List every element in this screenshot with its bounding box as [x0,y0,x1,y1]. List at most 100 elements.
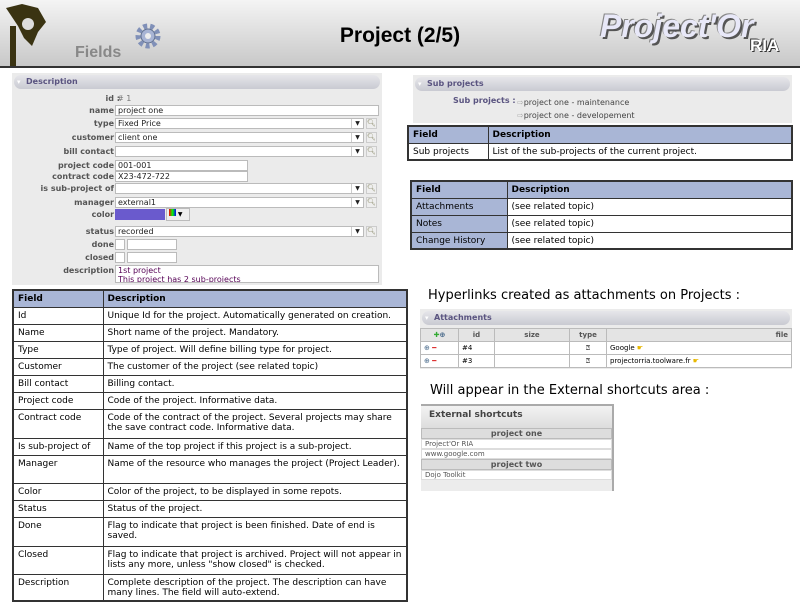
form-row: closed : [12,252,382,264]
field-cell: Customer [12,357,104,376]
field-label: bill contact : [63,147,120,156]
sub-projects-table: Field Description Sub projects List of the… [407,125,793,161]
select-input[interactable]: recorded ▼ [115,226,364,237]
pointing-hand-icon: ☛ [636,344,644,352]
column-header: Field [410,180,508,199]
table-row: Manager Name of the resource who manages … [12,454,408,484]
table-row: Is sub-project of Name of the top project… [12,437,408,456]
size-cell [494,354,570,368]
sub-project-link[interactable]: ⇨project one - developement [517,109,635,122]
field-cell: Color [12,482,104,501]
id-cell: #4 [458,341,495,355]
sub-projects-panel: Sub projects Sub projects : ⇨project one… [413,75,792,123]
select-input[interactable]: Fixed Price ▼ [115,118,364,129]
remove-icon[interactable]: ━ [432,357,436,365]
download-icon[interactable]: ⊕ [424,344,430,352]
brand-logo: Project'Or [600,8,754,44]
field-cell: Attachments [410,197,508,216]
text-input[interactable]: X23-472-722 [115,171,248,182]
select-input[interactable]: external1 ▼ [115,197,364,208]
form-row: type : Fixed Price ▼ 🔍︎ [12,118,382,130]
search-icon[interactable]: 🔍︎ [366,132,377,143]
field-cell: Status [12,499,104,518]
search-icon[interactable]: 🔍︎ [366,197,377,208]
external-shortcuts-panel: External shortcuts project one Project'Or… [421,404,614,491]
chevron-down-icon[interactable]: ▼ [351,198,363,207]
chevron-down-icon[interactable]: ▼ [351,147,363,156]
description-cell: Code of the contract of the project. Sev… [102,408,408,439]
remove-icon[interactable]: ━ [432,344,436,352]
form-row: is sub-project of : ▼ 🔍︎ [12,183,382,195]
select-value: external1 [118,198,157,207]
description-cell: Name of the top project if this project … [102,437,408,456]
field-cell: Project code [12,391,104,410]
select-input[interactable]: ▼ [115,146,364,157]
chevron-down-icon[interactable]: ▼ [351,227,363,236]
shortcut-link[interactable]: www.google.com [421,449,612,459]
description-cell: Status of the project. [102,499,408,518]
select-value: recorded [118,227,154,236]
file-link[interactable]: projectorria.toolware.fr [610,357,691,365]
date-input[interactable] [127,239,177,250]
search-icon[interactable]: 🔍︎ [366,226,377,237]
description-cell: Unique Id for the project. Automatically… [102,306,408,325]
date-input[interactable] [127,252,177,263]
text-input[interactable]: project one [115,105,379,116]
form-row: contract code : X23-472-722 [12,171,382,183]
description-cell: Billing contact. [102,374,408,393]
sub-projects-label: Sub projects : [453,96,516,105]
description-cell: Short name of the project. Mandatory. [102,323,408,342]
attachments-panel: Attachments ✚⊕ id size type file ⊕ ━#4⍰G… [420,309,792,369]
chevron-down-icon[interactable]: ▼ [351,119,363,128]
panel-title[interactable]: Description [14,75,380,89]
table-row: Done Flag to indicate that project is bee… [12,516,408,547]
description-cell: Flag to indicate that project is archive… [102,545,408,575]
table-row: Attachments (see related topic) [410,197,793,216]
select-input[interactable]: ▼ [115,183,364,194]
description-cell: (see related topic) [506,214,793,233]
attachment-row: ⊕ ━ #3 ⍰ projectorria.toolware.fr ☛ [420,354,792,368]
table-row: Type Type of project. Will define billing… [12,340,408,359]
color-picker-button[interactable]: ▼ [166,208,190,221]
chevron-down-icon[interactable]: ▼ [351,133,363,142]
unknown-type-icon: ⍰ [569,354,607,368]
panel-title: External shortcuts [421,406,612,428]
form-row: id : # 1 [12,93,382,105]
field-cell: Done [12,516,104,547]
sub-project-link[interactable]: ⇨project one - maintenance [517,96,635,109]
shortcut-link[interactable]: Project'Or RIA [421,439,612,449]
checkbox[interactable] [115,239,125,250]
checkbox[interactable] [115,252,125,263]
panel-title[interactable]: Sub projects [415,77,790,91]
description-cell: Color of the project, to be displayed in… [102,482,408,501]
select-input[interactable]: client one ▼ [115,132,364,143]
fields-table: Field Description Id Unique Id for the pro… [12,289,408,602]
download-icon[interactable]: ⊕ [424,357,430,365]
column-header: file [606,328,792,342]
text-input[interactable]: 001-001 [115,160,248,171]
shortcut-group-header: project one [421,428,612,439]
search-icon[interactable]: 🔍︎ [366,146,377,157]
description-cell: (see related topic) [506,197,793,216]
add-link-icon[interactable]: ⊕ [440,331,446,339]
field-cell: Bill contact [12,374,104,393]
field-cell: Change History [410,231,508,250]
shortcut-link[interactable]: Dojo Toolkit [421,470,612,480]
shortcut-group-header: project two [421,459,612,470]
pointing-hand-icon: ☛ [692,357,700,365]
color-swatch [115,209,165,220]
field-cell: Name [12,323,104,342]
panel-title[interactable]: Attachments [422,311,790,325]
table-row: Customer The customer of the project (see… [12,357,408,376]
select-value: Fixed Price [118,119,161,128]
arrow-icon: ⇨ [517,111,524,120]
unknown-type-icon: ⍰ [569,341,607,355]
chevron-down-icon[interactable]: ▼ [351,184,363,193]
description-cell: Name of the resource who manages the pro… [102,454,408,484]
search-icon[interactable]: 🔍︎ [366,183,377,194]
column-header: type [569,328,607,342]
file-link[interactable]: Google [610,344,635,352]
search-icon[interactable]: 🔍︎ [366,118,377,129]
field-cell: Id [12,306,104,325]
description-textarea[interactable]: 1st project This project has 2 sub-projec… [115,265,379,283]
